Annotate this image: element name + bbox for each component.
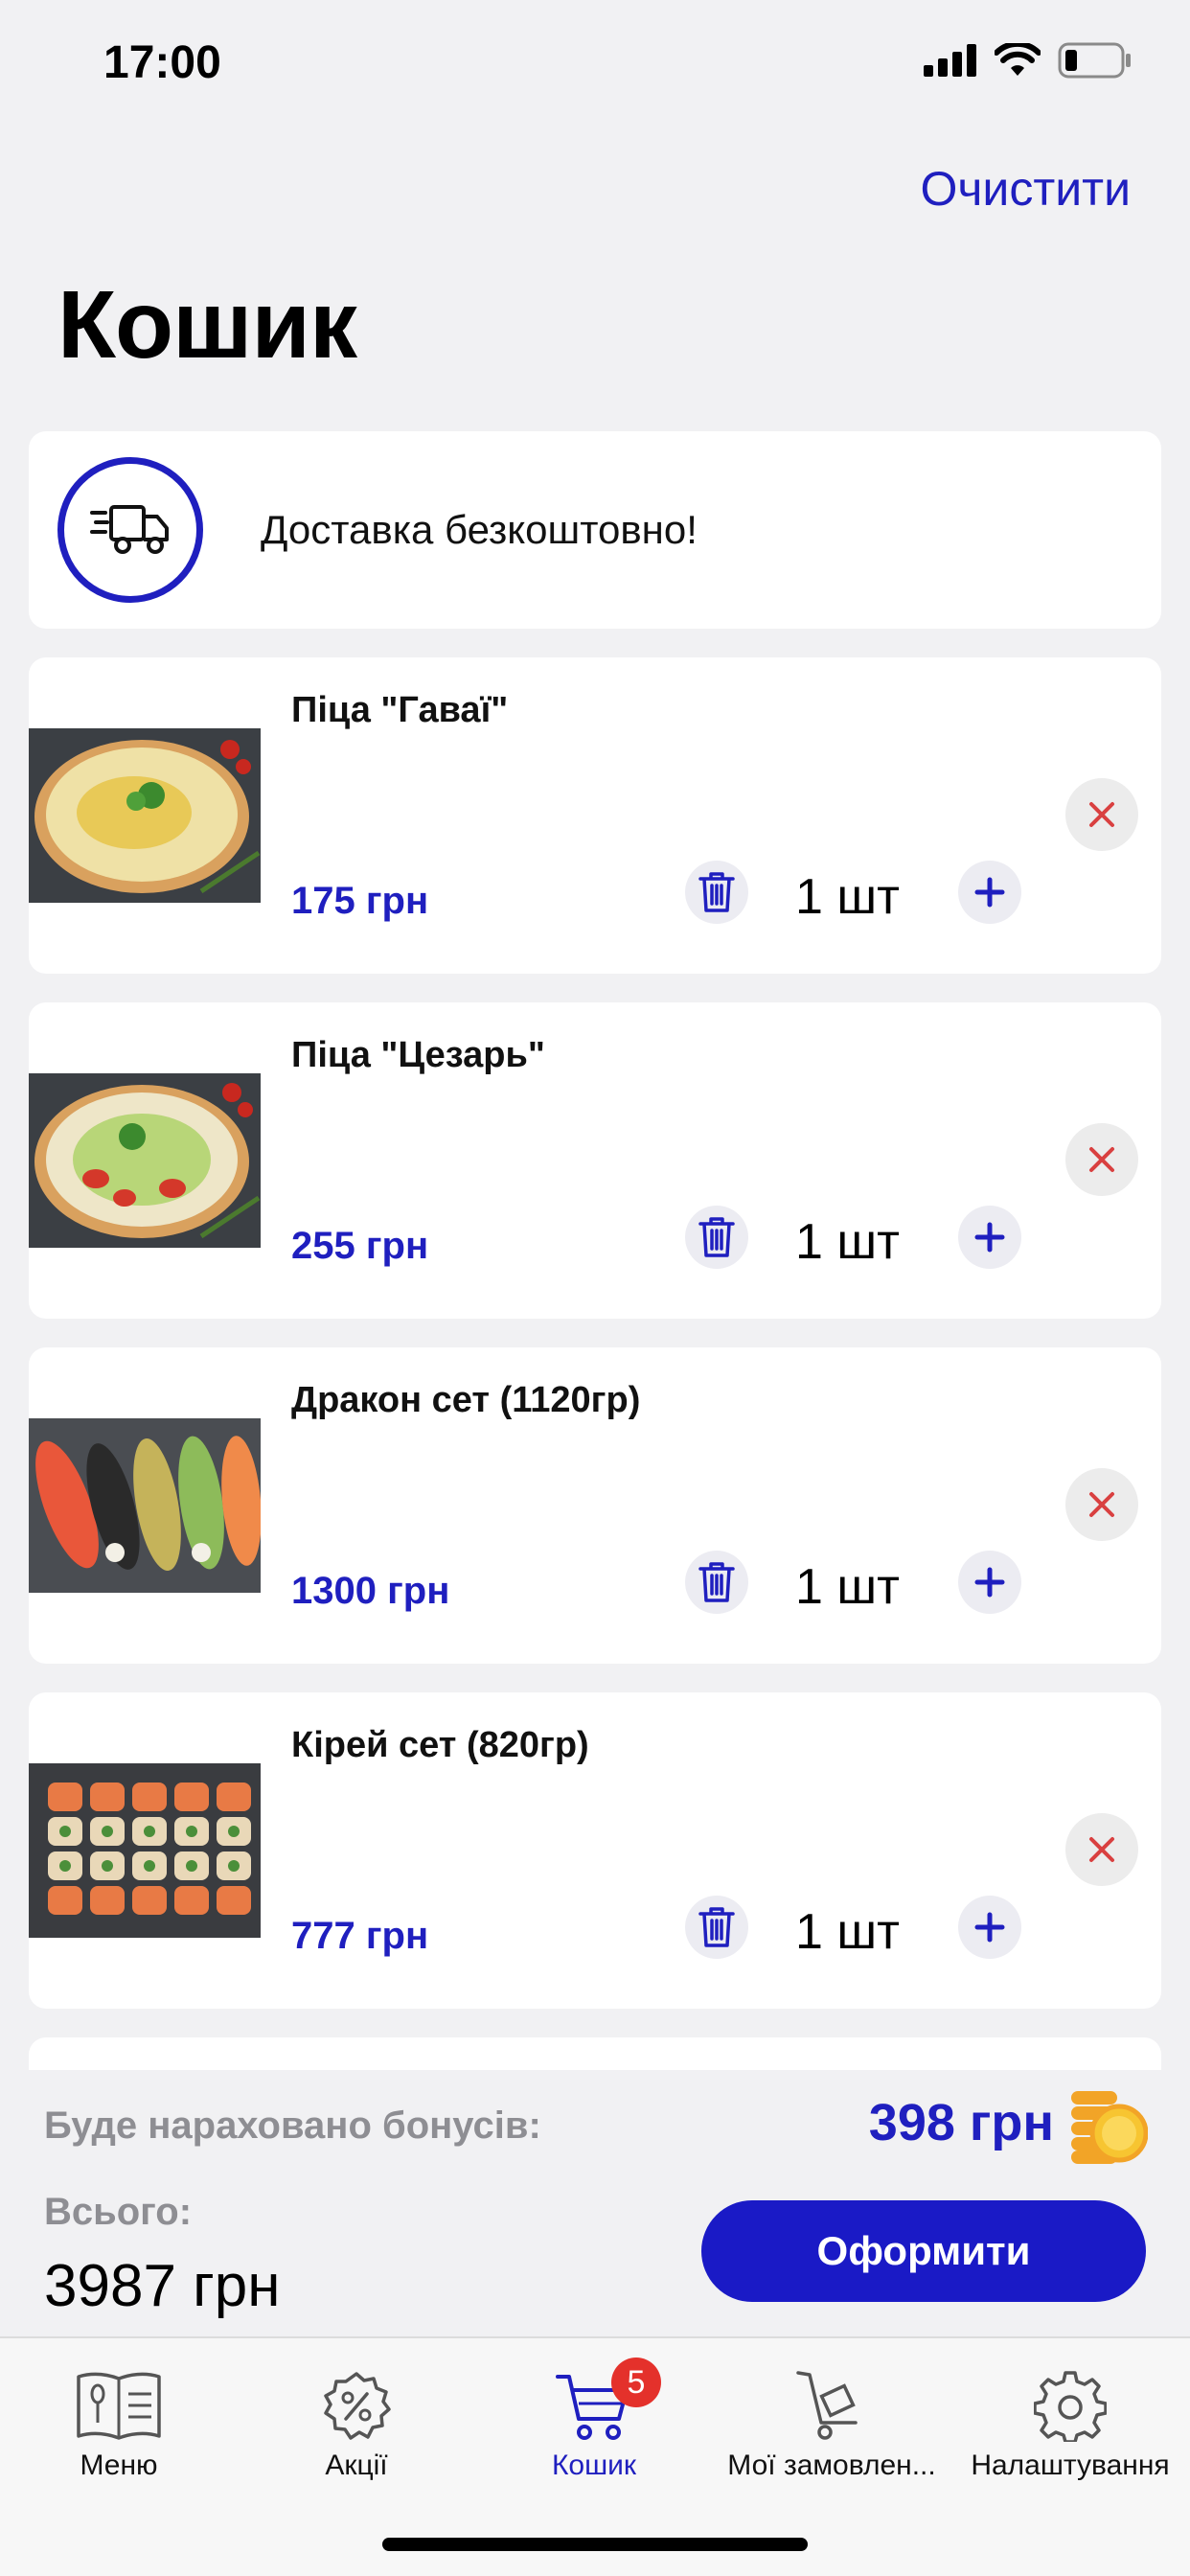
cart-item: Піца "Гаваї" 175 грн 1 шт <box>29 657 1161 974</box>
plus-icon[interactable] <box>958 1896 1021 1959</box>
dragon-set-image <box>29 1418 261 1593</box>
tab-label: Кошик <box>551 2450 637 2481</box>
delivery-truck-icon <box>57 457 203 603</box>
pizza-hawaii-image <box>29 728 261 903</box>
item-quantity: 1 шт <box>795 1904 900 1960</box>
tab-settings[interactable]: Налаштування <box>950 2356 1190 2499</box>
checkout-button[interactable]: Оформити <box>701 2200 1146 2302</box>
coins-icon <box>1065 2083 1149 2171</box>
item-price: 777 грн <box>291 1915 429 1957</box>
gear-icon <box>950 2356 1190 2442</box>
status-bar: 17:00 <box>0 0 1190 134</box>
cart-badge: 5 <box>611 2358 661 2407</box>
item-name: Кірей сет (820гр) <box>291 1725 589 1765</box>
tab-label: Налаштування <box>971 2450 1170 2481</box>
item-name: Піца "Цезарь" <box>291 1035 545 1075</box>
total-label: Всього: <box>44 2191 193 2233</box>
trash-icon[interactable] <box>685 1896 748 1959</box>
trash-icon[interactable] <box>685 861 748 924</box>
total-value: 3987 грн <box>44 2253 281 2319</box>
tab-promotions[interactable]: Акції <box>238 2356 475 2499</box>
delivery-text: Доставка безкоштовно! <box>261 507 698 552</box>
tab-my-orders[interactable]: Мої замовлен... <box>713 2356 950 2499</box>
clear-cart-button[interactable]: Очистити <box>920 161 1131 217</box>
item-quantity: 1 шт <box>795 1559 900 1615</box>
plus-icon[interactable] <box>958 1206 1021 1269</box>
tab-cart[interactable]: 5 Кошик <box>475 2356 713 2499</box>
home-indicator[interactable] <box>382 2538 808 2551</box>
discount-icon <box>238 2356 475 2442</box>
wifi-icon <box>995 43 1041 76</box>
item-price: 175 грн <box>291 880 429 922</box>
trash-icon[interactable] <box>685 1206 748 1269</box>
trash-icon[interactable] <box>685 1551 748 1614</box>
item-name: Дракон сет (1120гр) <box>291 1380 641 1420</box>
item-price: 1300 грн <box>291 1570 450 1612</box>
order-summary: Буде нараховано бонусів: 398 грн Всього:… <box>0 2070 1190 2336</box>
tab-label: Меню <box>80 2450 158 2481</box>
tab-label: Мої замовлен... <box>727 2450 936 2481</box>
bonus-value: 398 грн <box>868 2094 1054 2151</box>
item-quantity: 1 шт <box>795 869 900 925</box>
delivery-banner: Доставка безкоштовно! <box>29 431 1161 629</box>
menu-book-icon <box>0 2356 238 2442</box>
cart-icon <box>475 2356 713 2442</box>
item-quantity: 1 шт <box>795 1214 900 1270</box>
orders-cart-icon <box>713 2356 950 2442</box>
tab-label: Акції <box>325 2450 388 2481</box>
item-name: Піца "Гаваї" <box>291 690 509 730</box>
remove-item-icon[interactable] <box>1065 1468 1138 1541</box>
cart-item: Дракон сет (1120гр) 1300 грн 1 шт <box>29 1347 1161 1664</box>
plus-icon[interactable] <box>958 1551 1021 1614</box>
status-icons <box>924 42 1133 79</box>
pizza-caesar-image <box>29 1073 261 1248</box>
item-price: 255 грн <box>291 1225 429 1267</box>
cart-item: Піца "Цезарь" 255 грн 1 шт <box>29 1002 1161 1319</box>
kirei-set-image <box>29 1763 261 1938</box>
signal-icon <box>924 44 976 77</box>
tab-menu[interactable]: Меню <box>0 2356 238 2499</box>
remove-item-icon[interactable] <box>1065 778 1138 851</box>
cart-item: Кірей сет (820гр) 777 грн 1 шт <box>29 1692 1161 2009</box>
page-title: Кошик <box>57 271 357 379</box>
bonus-label: Буде нараховано бонусів: <box>44 2104 541 2147</box>
status-time: 17:00 <box>103 37 221 88</box>
remove-item-icon[interactable] <box>1065 1123 1138 1196</box>
plus-icon[interactable] <box>958 861 1021 924</box>
remove-item-icon[interactable] <box>1065 1813 1138 1886</box>
battery-icon <box>1058 42 1131 79</box>
